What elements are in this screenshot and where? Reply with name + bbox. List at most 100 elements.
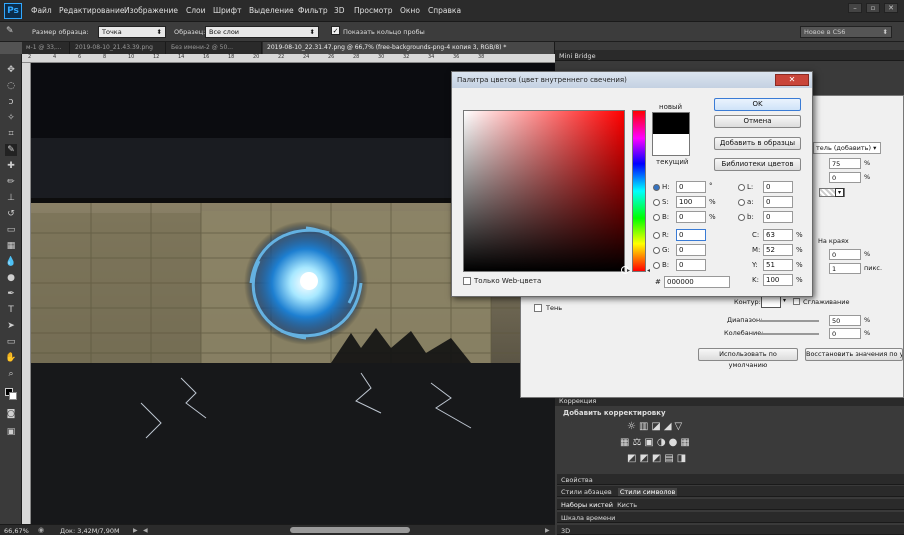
zoom-tool-icon[interactable]: ⌕ bbox=[5, 368, 17, 380]
shadow-checkbox[interactable] bbox=[534, 304, 542, 312]
range-input[interactable]: 50 bbox=[829, 315, 861, 326]
type-tool-icon[interactable]: T bbox=[5, 304, 17, 316]
status-arrow-icon[interactable]: ▶ bbox=[133, 527, 138, 534]
status-icon[interactable]: ◉ bbox=[38, 526, 44, 534]
c-input[interactable]: 63 bbox=[763, 229, 793, 241]
y-input[interactable]: 51 bbox=[763, 259, 793, 271]
color-swatches-icon[interactable] bbox=[5, 388, 17, 400]
hue-slider-left-arrow-icon[interactable]: ▸ bbox=[627, 267, 630, 274]
zoom-level[interactable]: 66,67% bbox=[4, 527, 29, 535]
g-input[interactable]: 0 bbox=[676, 244, 706, 256]
menu-3d[interactable]: 3D bbox=[334, 6, 345, 15]
range-slider[interactable] bbox=[759, 320, 819, 322]
menu-image[interactable]: Изображение bbox=[124, 6, 178, 15]
l-input[interactable]: 0 bbox=[763, 181, 793, 193]
k-input[interactable]: 100 bbox=[763, 274, 793, 286]
a-input[interactable]: 0 bbox=[763, 196, 793, 208]
menu-layers[interactable]: Слои bbox=[186, 6, 206, 15]
eyedropper-icon[interactable]: ✎ bbox=[6, 26, 14, 36]
properties-tab[interactable]: Свойства bbox=[557, 474, 904, 485]
radio-g[interactable] bbox=[653, 247, 660, 254]
radio-r[interactable] bbox=[653, 232, 660, 239]
menu-view[interactable]: Просмотр bbox=[354, 6, 393, 15]
pen-tool-icon[interactable]: ✒ bbox=[5, 288, 17, 300]
s-input[interactable]: 100 bbox=[676, 196, 706, 208]
edges-option[interactable]: На краях bbox=[818, 237, 849, 245]
shape-tool-icon[interactable]: ▭ bbox=[5, 336, 17, 348]
blur-tool-icon[interactable]: 💧 bbox=[5, 256, 17, 268]
r-input[interactable]: 0 bbox=[676, 229, 706, 241]
color-libraries-button[interactable]: Библиотеки цветов bbox=[714, 158, 801, 171]
hue-slider[interactable] bbox=[632, 110, 646, 272]
tab-doc-1[interactable]: м-1 @ 33,... bbox=[22, 42, 70, 54]
gradient-tool-icon[interactable]: ▦ bbox=[5, 240, 17, 252]
add-to-swatches-button[interactable]: Добавить в образцы bbox=[714, 137, 801, 150]
tab-doc-active[interactable]: 2019-08-10_22.31.47.png @ 66,7% (free-ba… bbox=[263, 42, 555, 54]
menu-help[interactable]: Справка bbox=[428, 6, 461, 15]
menu-edit[interactable]: Редактирование bbox=[59, 6, 124, 15]
dodge-tool-icon[interactable]: ● bbox=[5, 272, 17, 284]
show-ring-checkbox[interactable]: ✓ bbox=[331, 26, 340, 35]
restore-default-button[interactable]: Восстановить значения по у bbox=[805, 348, 903, 361]
eyedropper-tool-icon[interactable]: ✎ bbox=[5, 144, 17, 156]
ok-button[interactable]: OK bbox=[714, 98, 801, 111]
char-styles-tab[interactable]: Стили символов bbox=[617, 488, 678, 496]
menu-file[interactable]: Файл bbox=[31, 6, 52, 15]
hex-input[interactable]: 000000 bbox=[664, 276, 730, 288]
gradient-dropdown-icon[interactable]: ▾ bbox=[835, 188, 844, 197]
size-input[interactable]: 1 bbox=[829, 263, 861, 274]
radio-a[interactable] bbox=[738, 199, 745, 206]
scroll-left-icon[interactable]: ◀ bbox=[143, 527, 148, 534]
path-select-icon[interactable]: ➤ bbox=[5, 320, 17, 332]
stamp-tool-icon[interactable]: ⊥ bbox=[5, 192, 17, 204]
scroll-right-icon[interactable]: ▶ bbox=[545, 527, 550, 534]
blue-input[interactable]: 0 bbox=[676, 259, 706, 271]
mini-bridge-tab[interactable]: Mini Bridge bbox=[555, 50, 904, 61]
h-input[interactable]: 0 bbox=[676, 181, 706, 193]
menu-select[interactable]: Выделение bbox=[249, 6, 294, 15]
jitter-input[interactable]: 0 bbox=[829, 328, 861, 339]
brush-tool-icon[interactable]: ✏ bbox=[5, 176, 17, 188]
horizontal-scrollbar[interactable] bbox=[290, 527, 410, 533]
para-styles-tab[interactable]: Стили абзацев bbox=[561, 488, 612, 496]
hand-tool-icon[interactable]: ✋ bbox=[5, 352, 17, 364]
radio-s[interactable] bbox=[653, 199, 660, 206]
use-default-button[interactable]: Использовать по умолчанию bbox=[698, 348, 798, 369]
antialias-checkbox[interactable] bbox=[793, 298, 800, 305]
healing-tool-icon[interactable]: ✚ bbox=[5, 160, 17, 172]
3d-tab[interactable]: 3D bbox=[557, 525, 904, 535]
history-brush-icon[interactable]: ↺ bbox=[5, 208, 17, 220]
menu-type[interactable]: Шрифт bbox=[213, 6, 241, 15]
noise-input[interactable]: 0 bbox=[829, 172, 861, 183]
radio-h[interactable] bbox=[653, 184, 660, 191]
sample-size-select[interactable]: Точка ⬍ bbox=[98, 26, 166, 38]
tab-doc-2[interactable]: 2019-08-10_21.43.39.png bbox=[71, 42, 166, 54]
eraser-tool-icon[interactable]: ▭ bbox=[5, 224, 17, 236]
current-color-swatch[interactable] bbox=[652, 134, 690, 156]
timeline-tab[interactable]: Шкала времени bbox=[557, 512, 904, 523]
screen-mode-icon[interactable]: ▣ bbox=[5, 426, 17, 438]
radio-l[interactable] bbox=[738, 184, 745, 191]
b-input[interactable]: 0 bbox=[676, 211, 706, 223]
move-tool-icon[interactable]: ✥ bbox=[5, 64, 17, 76]
color-field[interactable] bbox=[463, 110, 625, 272]
sample-select[interactable]: Все слои ⬍ bbox=[205, 26, 319, 38]
web-only-checkbox[interactable] bbox=[463, 277, 471, 285]
radio-blue[interactable] bbox=[653, 262, 660, 269]
radio-b[interactable] bbox=[653, 214, 660, 221]
minimize-icon[interactable]: – bbox=[848, 3, 862, 13]
blend-mode-select[interactable]: тель (добавить) ▾ bbox=[813, 142, 881, 154]
opacity-input[interactable]: 75 bbox=[829, 158, 861, 169]
tab-doc-3[interactable]: Без имени-2 @ 50... bbox=[167, 42, 262, 54]
contour-dropdown-icon[interactable]: ▾ bbox=[783, 297, 786, 304]
menu-window[interactable]: Окно bbox=[400, 6, 420, 15]
jitter-slider[interactable] bbox=[759, 333, 819, 335]
hue-slider-right-arrow-icon[interactable]: ◂ bbox=[647, 267, 650, 274]
adjustment-icons-row-3[interactable]: ◩◩◩▤◨ bbox=[627, 453, 689, 464]
marquee-tool-icon[interactable]: ◌ bbox=[5, 80, 17, 92]
quick-select-tool-icon[interactable]: ✧ bbox=[5, 112, 17, 124]
radio-lab-b[interactable] bbox=[738, 214, 745, 221]
close-icon[interactable]: ✕ bbox=[884, 3, 898, 13]
crop-tool-icon[interactable]: ⌗ bbox=[5, 128, 17, 140]
m-input[interactable]: 52 bbox=[763, 244, 793, 256]
